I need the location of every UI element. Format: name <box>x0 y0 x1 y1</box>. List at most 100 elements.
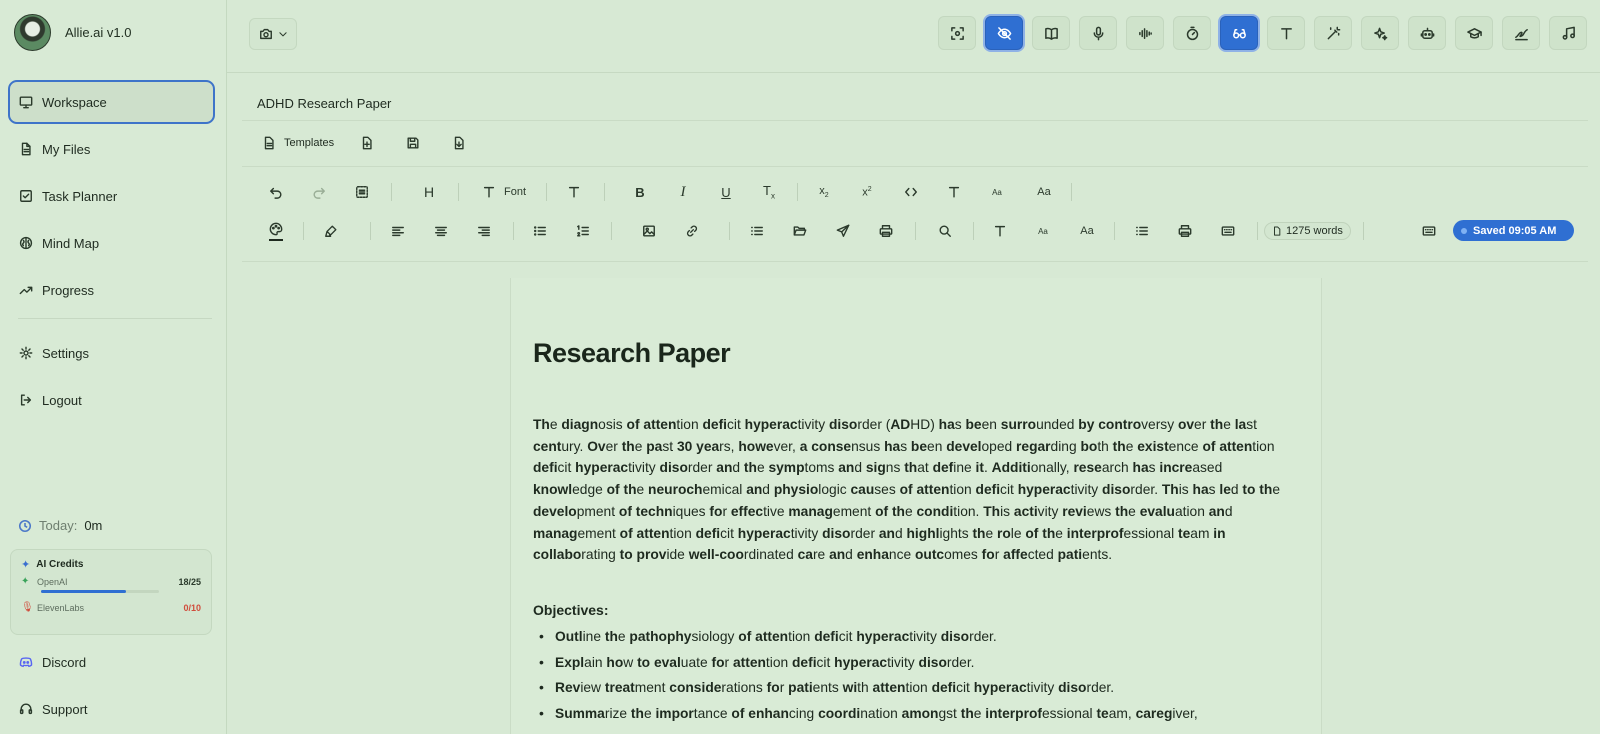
today-stat: Today: 0m <box>18 518 102 533</box>
sidebar-item-my-files[interactable]: My Files <box>8 127 215 171</box>
camera-icon <box>259 28 272 40</box>
reader-button[interactable] <box>1032 16 1070 50</box>
select-all-button[interactable] <box>353 182 371 202</box>
sidebar-item-workspace[interactable]: Workspace <box>8 80 215 124</box>
print-button[interactable] <box>877 221 895 241</box>
document-page[interactable]: Research Paper The diagnosis of attentio… <box>510 278 1322 734</box>
redo-button[interactable] <box>310 182 328 202</box>
outline-button[interactable] <box>748 221 766 241</box>
case-icon: Aa <box>1037 186 1051 198</box>
sidebar-divider <box>18 318 212 319</box>
elevenlabs-label: ElevenLabs <box>37 602 85 613</box>
printer-icon <box>1178 225 1192 237</box>
keyboard-button[interactable] <box>1219 221 1237 241</box>
sidebar-item-support[interactable]: Support <box>8 687 215 731</box>
align-right-button[interactable] <box>475 221 493 241</box>
separator <box>370 222 371 240</box>
separator <box>797 183 798 201</box>
sidebar-item-logout[interactable]: Logout <box>8 378 215 422</box>
send-button[interactable] <box>834 221 852 241</box>
font-dropdown[interactable]: Font <box>482 182 542 202</box>
sidebar-item-label: Discord <box>42 654 87 670</box>
outline-button-2[interactable] <box>1133 221 1151 241</box>
discord-icon <box>19 655 33 669</box>
save-button[interactable] <box>402 132 424 154</box>
templates-button[interactable]: Templates <box>262 136 334 150</box>
insert-image-button[interactable] <box>640 221 658 241</box>
assistant-button[interactable] <box>1408 16 1446 50</box>
sidebar-item-task-planner[interactable]: Task Planner <box>8 174 215 218</box>
new-file-button[interactable] <box>356 132 378 154</box>
sidebar-item-label: Mind Map <box>42 235 100 251</box>
align-center-icon <box>435 226 447 237</box>
separator <box>546 183 547 201</box>
check-square-icon <box>19 189 33 203</box>
align-left-button[interactable] <box>389 221 407 241</box>
separator <box>513 222 514 240</box>
folder-open-icon <box>793 226 807 236</box>
italic-button[interactable]: I <box>674 182 692 202</box>
keyboard-icon <box>1221 226 1235 236</box>
heading-button[interactable]: H <box>420 182 438 202</box>
keyboard-icon <box>1422 226 1436 236</box>
highlighter-button[interactable] <box>322 221 340 241</box>
select-icon <box>356 186 368 198</box>
focus-button[interactable] <box>938 16 976 50</box>
music-button[interactable] <box>1549 16 1587 50</box>
bold-button[interactable]: B <box>631 182 649 202</box>
insert-link-button[interactable] <box>683 221 701 241</box>
highlight-color-button[interactable] <box>267 221 285 241</box>
small-case-button-2[interactable]: Aa <box>1034 221 1052 241</box>
redo-icon <box>313 187 325 199</box>
file-toolbar: Templates <box>262 132 494 154</box>
text-style-button[interactable] <box>945 182 963 202</box>
reading-mode-button[interactable] <box>1220 16 1258 50</box>
hide-distractions-button[interactable] <box>985 16 1023 50</box>
underline-button[interactable]: U <box>717 182 735 202</box>
highlighter-icon <box>325 225 337 237</box>
bullet-list-button[interactable] <box>531 221 549 241</box>
align-right-icon <box>478 226 490 237</box>
file-plus-icon <box>362 136 372 150</box>
timer-button[interactable] <box>1173 16 1211 50</box>
undo-button[interactable] <box>267 182 285 202</box>
learn-button[interactable] <box>1455 16 1493 50</box>
ai-sparkle-button[interactable] <box>1361 16 1399 50</box>
align-left-icon <box>392 226 404 237</box>
sidebar-item-label: Progress <box>42 282 95 298</box>
print-button-2[interactable] <box>1176 221 1194 241</box>
case-button[interactable]: Aa <box>1033 182 1055 202</box>
undo-icon <box>270 187 282 199</box>
superscript-button[interactable]: x2 <box>858 182 876 202</box>
dictation-button[interactable] <box>1079 16 1117 50</box>
sidebar-item-settings[interactable]: Settings <box>8 331 215 375</box>
sidebar-item-discord[interactable]: Discord <box>8 640 215 684</box>
divider <box>242 166 1588 167</box>
status-dot <box>1461 227 1467 234</box>
case-button-2[interactable]: Aa <box>1076 221 1098 241</box>
align-center-button[interactable] <box>432 221 450 241</box>
export-button[interactable] <box>448 132 470 154</box>
audio-button[interactable] <box>1126 16 1164 50</box>
search-button[interactable] <box>936 221 954 241</box>
sidebar-item-mind-map[interactable]: Mind Map <box>8 221 215 265</box>
text-button[interactable] <box>1267 16 1305 50</box>
brand: Allie.ai v1.0 <box>14 14 131 51</box>
keyboard-button-2[interactable] <box>1420 221 1438 241</box>
code-button[interactable] <box>902 182 920 202</box>
text-style-button-2[interactable] <box>991 221 1009 241</box>
magic-button[interactable] <box>1314 16 1352 50</box>
text-size-button[interactable] <box>565 182 583 202</box>
camera-dropdown-button[interactable] <box>249 18 297 50</box>
sidebar-item-progress[interactable]: Progress <box>8 268 215 312</box>
open-folder-button[interactable] <box>791 221 809 241</box>
elevenlabs-credits: 🎙 ElevenLabs 0/10 <box>21 602 201 613</box>
handwriting-button[interactable] <box>1502 16 1540 50</box>
separator <box>1257 222 1258 240</box>
text-icon <box>1280 27 1292 39</box>
subscript-button[interactable]: x2 <box>815 182 833 202</box>
clear-format-button[interactable]: Tx <box>760 182 778 202</box>
small-case-button[interactable]: Aa <box>988 182 1006 202</box>
bold-icon: B <box>635 184 645 200</box>
numbered-list-button[interactable] <box>574 221 592 241</box>
